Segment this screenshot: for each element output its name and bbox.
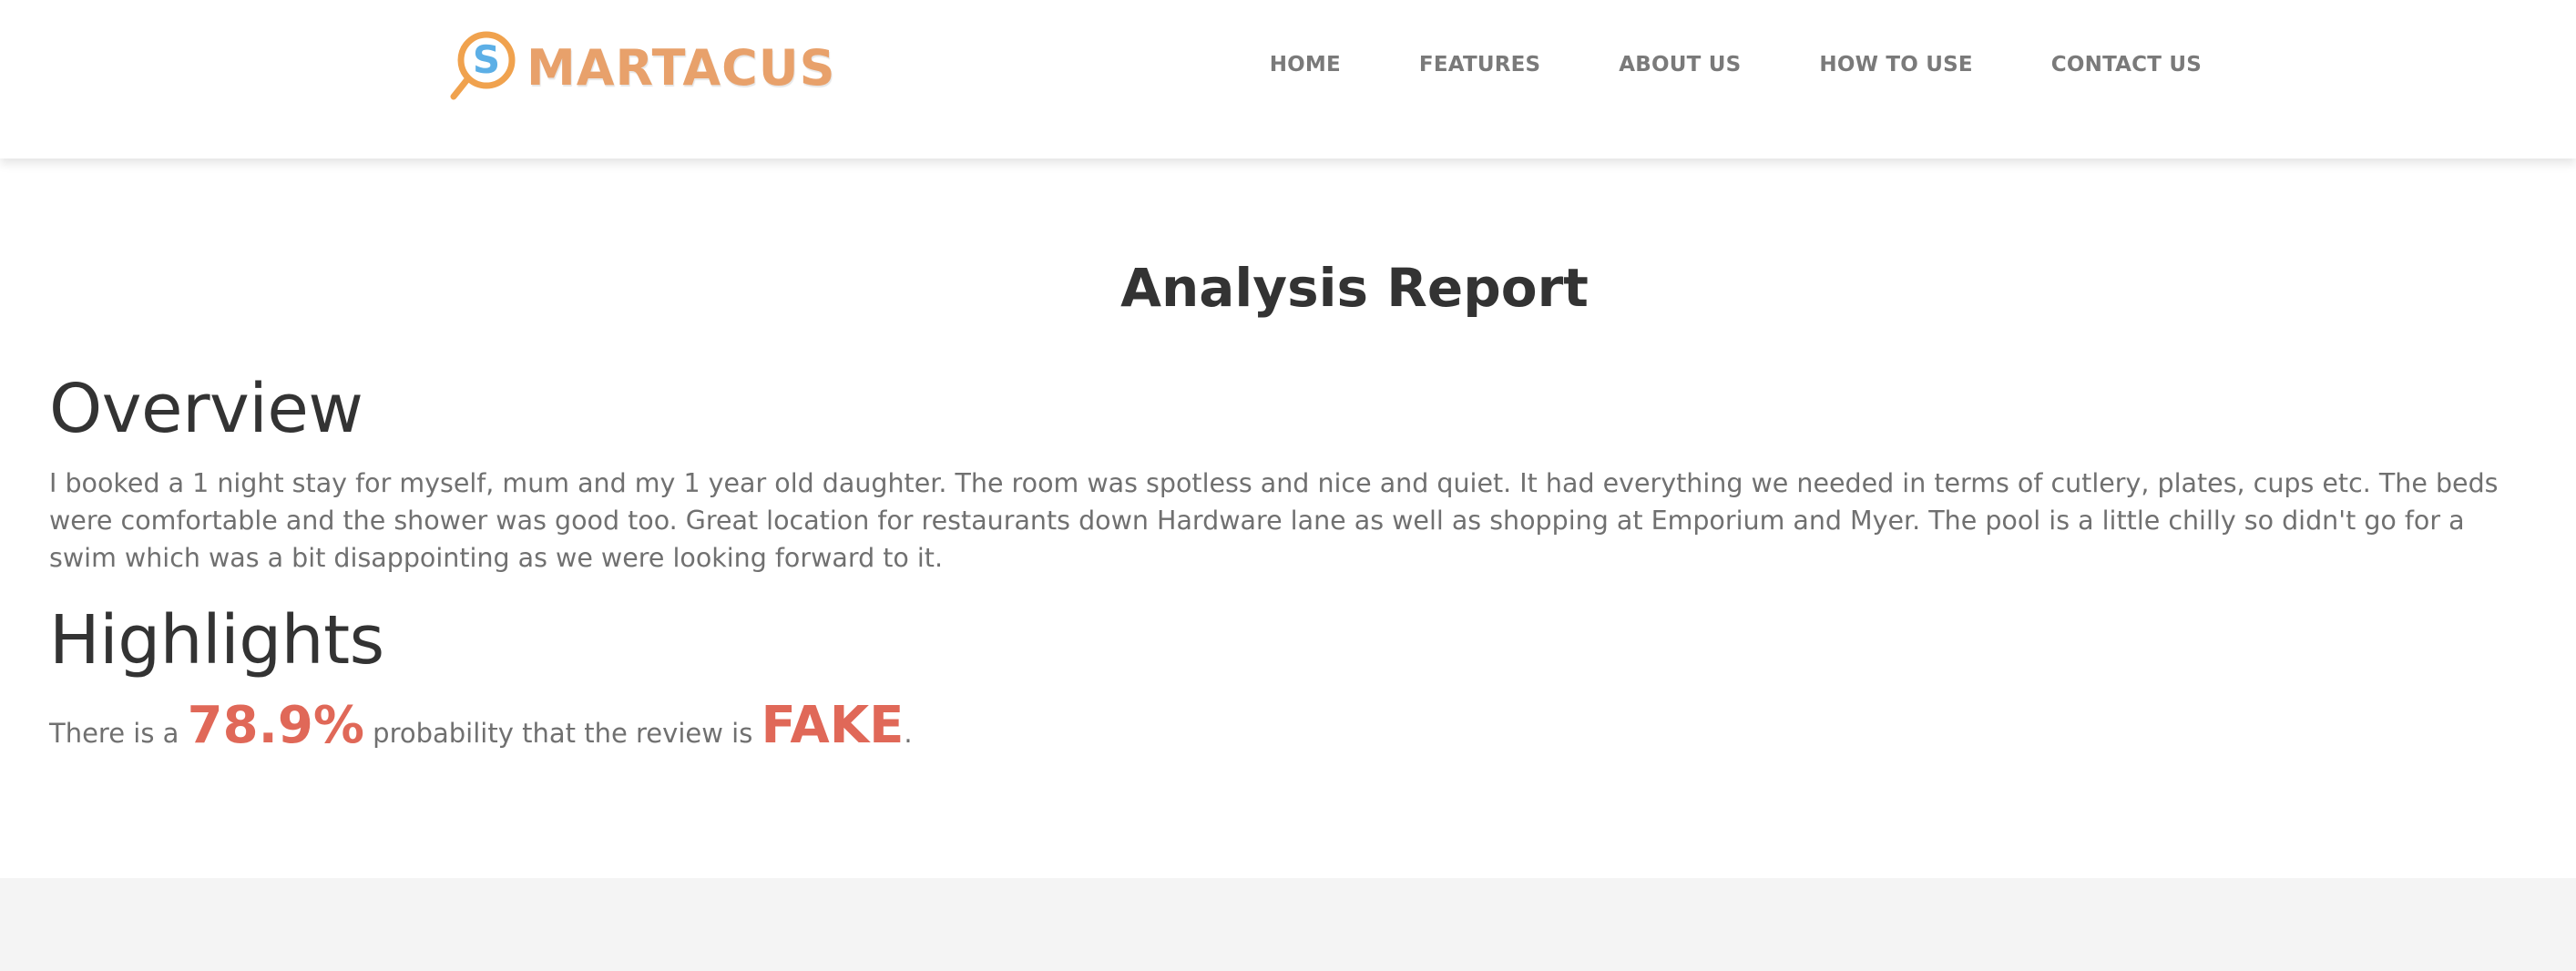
highlight-suffix: . — [904, 718, 913, 749]
main-nav: HOME FEATURES ABOUT US HOW TO USE CONTAC… — [1270, 47, 2202, 82]
highlight-statement: There is a 78.9% probability that the re… — [49, 696, 913, 755]
probability-value: 78.9% — [187, 696, 364, 755]
highlight-middle: probability that the review is — [373, 718, 753, 749]
nav-home[interactable]: HOME — [1270, 47, 1341, 82]
verdict-label: FAKE — [761, 696, 905, 755]
page-title: Analysis Report — [1120, 257, 1589, 319]
overview-text: I booked a 1 night stay for myself, mum … — [49, 468, 2499, 573]
footer — [0, 878, 2576, 971]
logo-text: MARTACUS — [526, 38, 836, 97]
logo-link[interactable]: S MARTACUS — [448, 27, 835, 104]
report-section: Analysis Report Overview I booked a 1 ni… — [0, 158, 2576, 878]
nav-contact-us[interactable]: CONTACT US — [2051, 47, 2202, 82]
highlights-heading: Highlights — [49, 601, 384, 680]
overview-heading: Overview — [49, 370, 363, 448]
navbar: S MARTACUS HOME FEATURES ABOUT US HOW TO… — [0, 0, 2576, 158]
logo-letter: S — [473, 37, 500, 82]
nav-features[interactable]: FEATURES — [1419, 47, 1540, 82]
nav-about-us[interactable]: ABOUT US — [1619, 47, 1741, 82]
nav-how-to-use[interactable]: HOW TO USE — [1819, 47, 1972, 82]
magnifier-s-icon: S — [448, 27, 525, 104]
highlight-prefix: There is a — [49, 718, 179, 749]
